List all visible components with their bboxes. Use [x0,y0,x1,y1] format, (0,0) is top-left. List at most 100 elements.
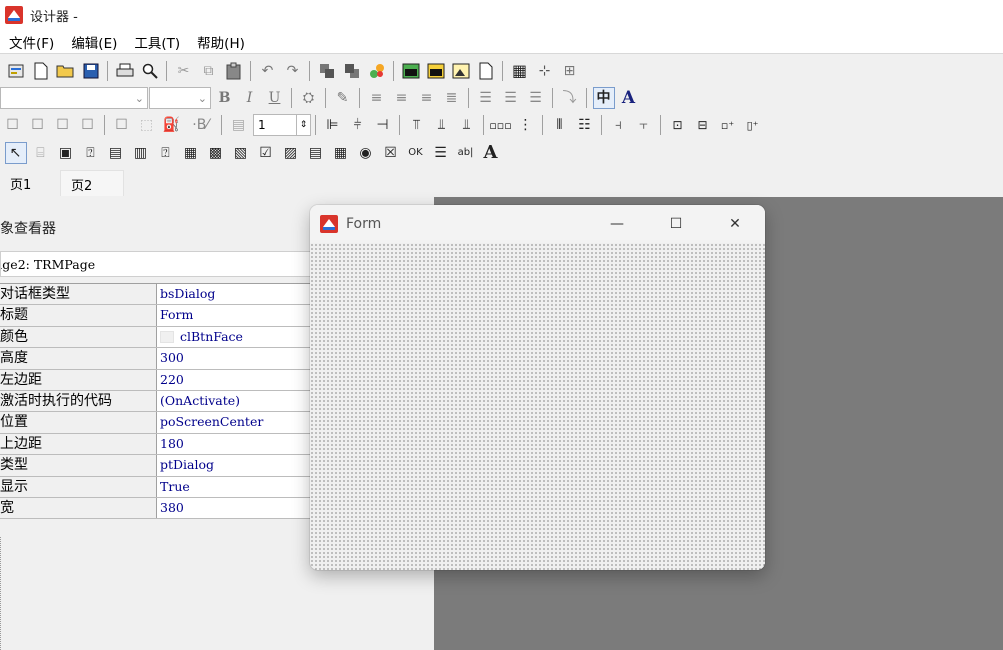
valign-middle-icon[interactable]: ☰ [500,87,522,109]
bold-button[interactable]: B [214,87,236,109]
new-icon[interactable] [30,60,52,82]
space-vert-icon[interactable]: ⋮ [515,114,537,136]
snap-grid-icon[interactable]: ⊟ [692,114,714,136]
align-vcenter-icon[interactable]: ⫫ [431,114,453,136]
redo-icon[interactable]: ↷ [282,60,304,82]
ado-query-icon[interactable]: ▣ [55,142,77,164]
font-size-combo[interactable]: ⌄ [149,87,211,109]
property-row[interactable]: 位置 poScreenCenter [0,412,320,434]
tab-page2[interactable]: 页2 [60,170,124,196]
italic-button[interactable]: I [239,87,261,109]
line-width-spin[interactable]: 1 ⇕ [253,114,311,136]
inspector-object-selector[interactable]: Page2: TRMPage [0,251,320,277]
property-row[interactable]: 高度 300 [0,348,320,370]
decrease-space-icon[interactable]: ▯⁺ [742,114,764,136]
space-horz-icon[interactable]: ▫▫▫ [489,114,511,136]
cut-icon[interactable]: ✂ [173,60,195,82]
menu-help[interactable]: 帮助(H) [188,32,253,52]
property-row[interactable]: 上边距 180 [0,433,320,456]
property-row[interactable]: 显示 True [0,476,320,498]
dbtable-icon[interactable]: ▥ [130,142,152,164]
maximize-button[interactable]: ☐ [647,205,705,243]
property-row[interactable]: 类型 ptDialog [0,455,320,477]
valign-bottom-icon[interactable]: ☰ [525,87,547,109]
send-back-icon[interactable] [316,60,338,82]
property-row[interactable]: 颜色 clBtnFace [0,326,320,349]
listbox-icon[interactable]: ☰ [430,142,452,164]
checklist-icon[interactable]: ☑ [255,142,277,164]
align-grid-icon[interactable]: ⊹ [534,60,556,82]
ado-dataset-icon[interactable]: ▦ [180,142,202,164]
same-width-icon[interactable]: ⫴ [549,114,571,136]
fit-grid-icon[interactable]: ⊞ [559,60,581,82]
spin-arrows-icon[interactable]: ⇕ [296,115,310,135]
increase-space-icon[interactable]: ▫⁺ [717,114,739,136]
query-icon[interactable]: ⍰ [80,142,102,164]
insert-band-icon[interactable] [400,60,422,82]
print-icon[interactable] [114,60,136,82]
underline-button[interactable]: U [264,87,286,109]
grid-icon[interactable]: ▦ [509,60,531,82]
checkbox-icon[interactable]: ☒ [380,142,402,164]
frame-top-icon[interactable]: ☐ [27,114,49,136]
property-value[interactable]: poScreenCenter [157,412,320,432]
frame-bottom-icon[interactable]: ☐ [77,114,99,136]
close-button[interactable]: ✕ [706,205,764,243]
align-right-icon[interactable]: ≡ [416,87,438,109]
property-row[interactable]: 激活时执行的代码 (OnActivate) [0,390,320,413]
wizard-icon[interactable] [5,60,27,82]
save-icon[interactable] [80,60,102,82]
sql-query-icon[interactable]: ⌸ [30,142,52,164]
table-icon[interactable]: ▤ [105,142,127,164]
minimize-button[interactable]: — [588,205,646,243]
font-name-combo[interactable]: ⌄ [0,87,148,109]
property-row[interactable]: 宽 380 [0,497,320,520]
align-bottoms-icon[interactable]: ⫫ [456,114,478,136]
bring-front-icon[interactable] [341,60,363,82]
label-icon[interactable]: A [480,142,502,164]
align-lefts-icon[interactable]: ⊫ [322,114,344,136]
edit-icon[interactable]: ab| [455,142,477,164]
font-button[interactable]: A [618,87,640,109]
line-style-icon[interactable]: ▤ [228,114,250,136]
frame-left-icon[interactable]: ☐ [2,114,24,136]
paste-icon[interactable] [223,60,245,82]
button-icon[interactable]: OK [405,142,427,164]
property-value[interactable]: 380 [157,498,320,518]
property-row[interactable]: 标题 Form [0,305,320,327]
form-titlebar[interactable]: Form — ☐ ✕ [310,205,765,243]
menu-tools[interactable]: 工具(T) [125,32,188,52]
size-grid-icon[interactable]: ⊡ [667,114,689,136]
ado-table-icon[interactable]: ⍰ [155,142,177,164]
pointer-icon[interactable]: ↖ [4,142,27,164]
property-value[interactable]: clBtnFace [157,327,320,347]
open-icon[interactable] [55,60,77,82]
form-window[interactable]: Form — ☐ ✕ [310,205,765,570]
font-color-icon[interactable]: ⛭ [298,87,320,109]
fill-color-icon[interactable]: ⛽ [161,114,183,136]
property-row[interactable]: 左边距 220 [0,369,320,391]
menu-file[interactable]: 文件(F) [0,32,62,52]
preview-icon[interactable] [139,60,161,82]
same-height-icon[interactable]: ☷ [574,114,596,136]
align-left-icon[interactable]: ≡ [366,87,388,109]
align-rights-icon[interactable]: ⊣ [372,114,394,136]
insert-picture-icon[interactable] [450,60,472,82]
paint-icon[interactable] [366,60,388,82]
property-row[interactable]: 对话框类型 bsDialog [0,284,320,306]
valign-top-icon[interactable]: ☰ [475,87,497,109]
rotate-text-icon[interactable]: ⤵ [559,87,581,109]
property-value[interactable]: Form [157,305,320,325]
property-value[interactable]: True [157,477,320,497]
property-value[interactable]: 180 [157,434,320,454]
new-page-icon[interactable] [475,60,497,82]
frame-color-icon[interactable]: ·B⁄ [186,114,216,136]
dbgrid-icon[interactable]: ▧ [230,142,252,164]
form-grid-canvas[interactable] [310,243,765,570]
property-value[interactable]: (OnActivate) [157,391,320,411]
property-value[interactable]: 220 [157,370,320,390]
highlight-icon[interactable]: ✎ [332,87,354,109]
frame-right-icon[interactable]: ☐ [52,114,74,136]
align-center-icon[interactable]: ≡ [391,87,413,109]
copy-icon[interactable]: ⧉ [198,60,220,82]
